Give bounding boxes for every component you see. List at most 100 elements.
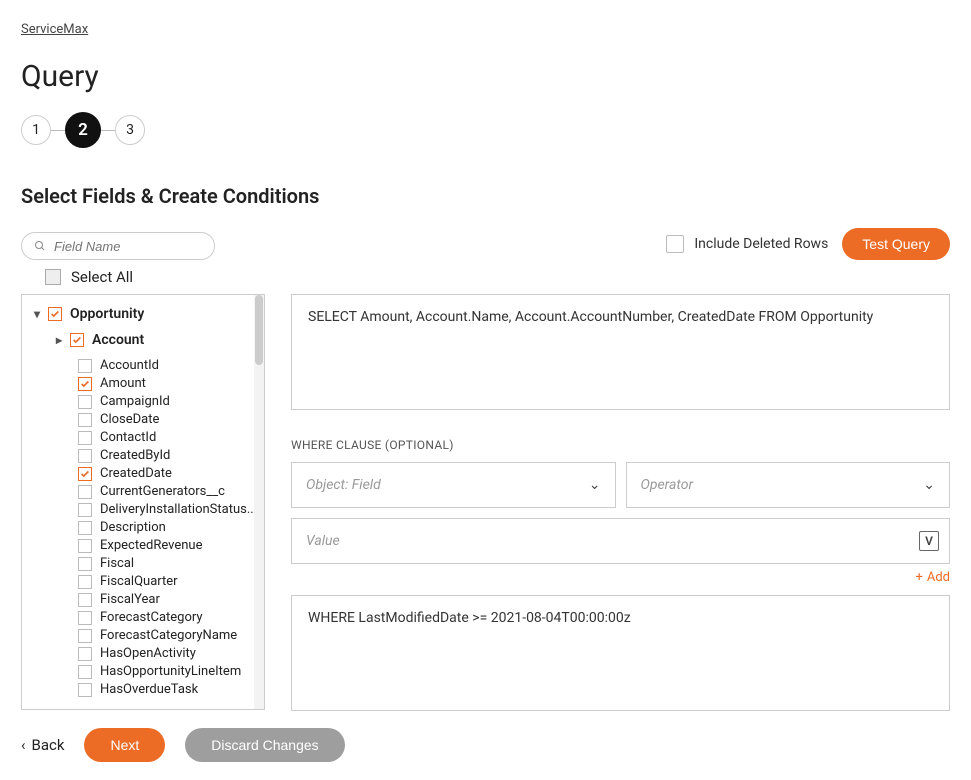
tree-field-label: CreatedDate <box>100 465 172 483</box>
tree-field-label: CurrentGenerators__c <box>100 483 225 501</box>
tree-field[interactable]: CreatedById <box>78 447 264 465</box>
tree-field[interactable]: Description <box>78 519 264 537</box>
tree-field[interactable]: ForecastCategoryName <box>78 627 264 645</box>
include-deleted-label: Include Deleted Rows <box>694 236 828 252</box>
include-deleted-checkbox[interactable]: Include Deleted Rows <box>666 235 828 253</box>
test-query-button[interactable]: Test Query <box>842 228 950 260</box>
tree-field[interactable]: ExpectedRevenue <box>78 537 264 555</box>
checkbox-icon[interactable] <box>78 503 92 517</box>
checkbox-icon[interactable] <box>78 557 92 571</box>
checkbox-icon[interactable] <box>78 647 92 661</box>
back-label: Back <box>32 736 65 754</box>
tree-field[interactable]: CampaignId <box>78 393 264 411</box>
chevron-down-icon: ▾ <box>32 305 42 323</box>
tree-field-label: ForecastCategoryName <box>100 627 237 645</box>
checkbox-icon <box>45 269 61 285</box>
select-placeholder: Object: Field <box>306 477 381 493</box>
where-preview[interactable]: WHERE LastModifiedDate >= 2021-08-04T00:… <box>291 595 950 711</box>
sql-preview[interactable]: SELECT Amount, Account.Name, Account.Acc… <box>291 294 950 410</box>
tree-field[interactable]: CurrentGenerators__c <box>78 483 264 501</box>
checkbox-icon[interactable] <box>78 395 92 409</box>
wizard-footer: ‹ Back Next Discard Changes <box>0 714 971 780</box>
tree-field-label: CampaignId <box>100 393 170 411</box>
tree-field[interactable]: HasOpenActivity <box>78 645 264 663</box>
chevron-left-icon: ‹ <box>21 736 26 754</box>
tree-field[interactable]: ForecastCategory <box>78 609 264 627</box>
step-1[interactable]: 1 <box>21 115 51 145</box>
checkbox-icon[interactable] <box>78 665 92 679</box>
object-field-select[interactable]: Object: Field ⌄ <box>291 462 616 508</box>
chevron-down-icon: ⌄ <box>923 477 935 493</box>
tree-field[interactable]: ContactId <box>78 429 264 447</box>
step-connector <box>51 130 65 131</box>
variable-badge-icon[interactable]: V <box>919 531 939 551</box>
checkbox-icon[interactable] <box>78 575 92 589</box>
tree-node-opportunity[interactable]: ▾ Opportunity <box>32 305 264 323</box>
tree-field-label: ContactId <box>100 429 156 447</box>
value-placeholder: Value <box>306 533 340 549</box>
tree-field[interactable]: CreatedDate <box>78 465 264 483</box>
tree-field[interactable]: FiscalYear <box>78 591 264 609</box>
search-input[interactable] <box>54 239 202 254</box>
tree-label: Opportunity <box>70 305 144 323</box>
checkbox-icon[interactable] <box>78 485 92 499</box>
checkbox-icon[interactable] <box>78 629 92 643</box>
tree-field[interactable]: FiscalQuarter <box>78 573 264 591</box>
tree-field[interactable]: CloseDate <box>78 411 264 429</box>
tree-field-label: ForecastCategory <box>100 609 203 627</box>
tree-field[interactable]: Amount <box>78 375 264 393</box>
checkbox-icon[interactable] <box>78 593 92 607</box>
tree-field-label: CreatedById <box>100 447 170 465</box>
checkbox-icon[interactable] <box>78 449 92 463</box>
checkbox-icon[interactable] <box>78 539 92 553</box>
tree-label: Account <box>92 331 144 349</box>
step-3[interactable]: 3 <box>115 115 145 145</box>
select-placeholder: Operator <box>641 477 694 493</box>
select-all-label: Select All <box>71 268 133 286</box>
step-connector <box>101 130 115 131</box>
tree-field-label: Fiscal <box>100 555 134 573</box>
tree-field-label: HasOpenActivity <box>100 645 196 663</box>
next-button[interactable]: Next <box>84 728 165 762</box>
breadcrumb-servicemax[interactable]: ServiceMax <box>21 22 88 37</box>
back-button[interactable]: ‹ Back <box>21 736 64 754</box>
checkbox-icon[interactable] <box>78 467 92 481</box>
tree-field-label: AccountId <box>100 357 159 375</box>
tree-field-label: FiscalYear <box>100 591 160 609</box>
where-clause-label: WHERE CLAUSE (OPTIONAL) <box>291 438 950 452</box>
discard-button[interactable]: Discard Changes <box>185 728 344 762</box>
value-input[interactable]: Value V <box>291 518 950 564</box>
tree-field[interactable]: AccountId <box>78 357 264 375</box>
tree-field-label: Amount <box>100 375 146 393</box>
tree-field[interactable]: HasOverdueTask <box>78 681 264 699</box>
tree-field-label: ExpectedRevenue <box>100 537 202 555</box>
tree-field[interactable]: DeliveryInstallationStatus... <box>78 501 264 519</box>
scrollbar-thumb[interactable] <box>255 295 263 365</box>
tree-field-label: CloseDate <box>100 411 159 429</box>
checkbox-icon[interactable] <box>78 413 92 427</box>
checkbox-icon[interactable] <box>78 683 92 697</box>
tree-field-label: Description <box>100 519 166 537</box>
search-box[interactable] <box>21 232 215 260</box>
tree-field[interactable]: Fiscal <box>78 555 264 573</box>
tree-field-label: HasOverdueTask <box>100 681 198 699</box>
operator-select[interactable]: Operator ⌄ <box>626 462 951 508</box>
step-2[interactable]: 2 <box>65 112 101 148</box>
checkbox-icon[interactable] <box>78 521 92 535</box>
chevron-right-icon: ▸ <box>54 331 64 349</box>
checkbox-icon[interactable] <box>70 333 84 347</box>
tree-field-label: DeliveryInstallationStatus... <box>100 501 257 519</box>
tree-node-account[interactable]: ▸ Account <box>54 331 264 349</box>
checkbox-icon[interactable] <box>78 431 92 445</box>
page-title: Query <box>21 59 950 94</box>
tree-scrollbar[interactable] <box>254 295 264 709</box>
tree-field[interactable]: HasOpportunityLineItem <box>78 663 264 681</box>
select-all-checkbox[interactable]: Select All <box>45 268 950 286</box>
checkbox-icon[interactable] <box>78 359 92 373</box>
checkbox-icon[interactable] <box>78 611 92 625</box>
add-condition-button[interactable]: Add <box>927 570 950 585</box>
checkbox-icon[interactable] <box>78 377 92 391</box>
field-tree-panel: ▾ Opportunity ▸ Account AccountIdAmountC… <box>21 294 265 710</box>
checkbox-icon[interactable] <box>48 307 62 321</box>
tree-field-label: FiscalQuarter <box>100 573 178 591</box>
